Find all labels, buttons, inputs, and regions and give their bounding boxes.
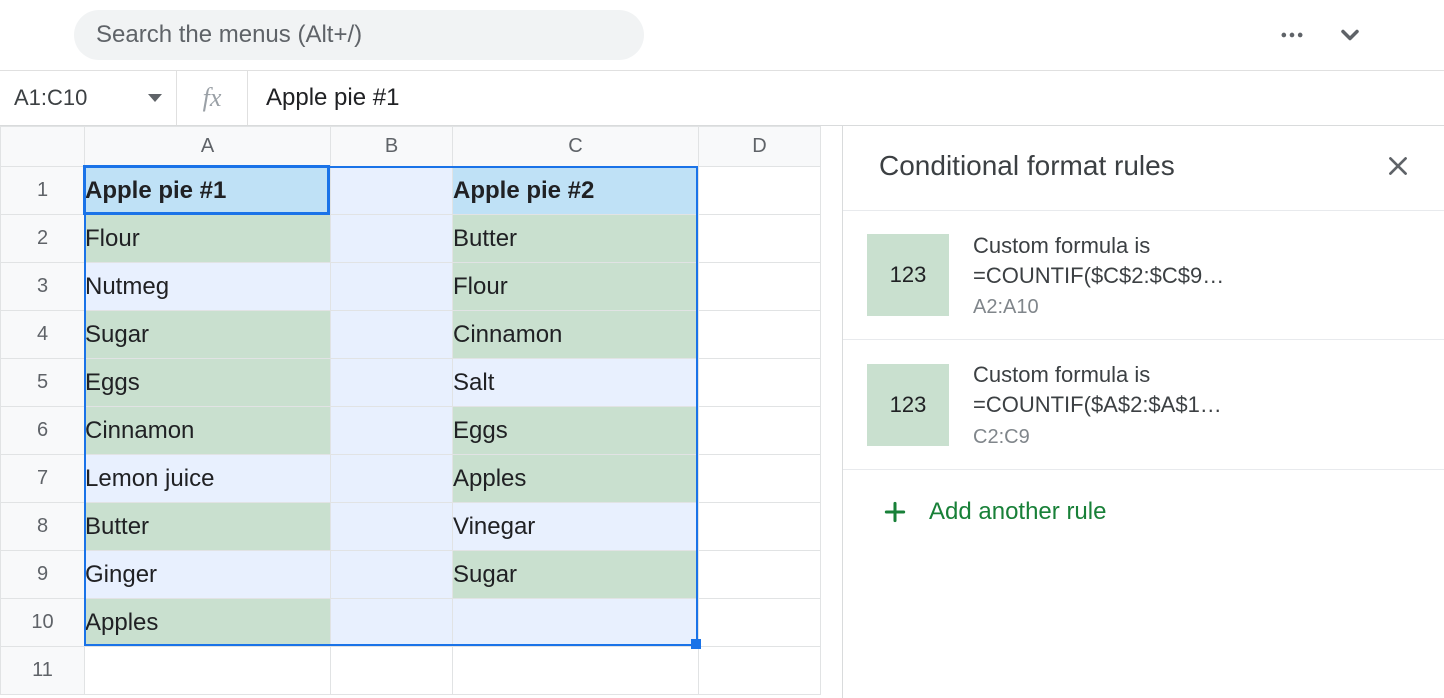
row-header-8[interactable]: 8 — [1, 503, 85, 551]
name-box[interactable]: A1:C10 — [0, 71, 176, 125]
row-header-9[interactable]: 9 — [1, 551, 85, 599]
cell-A11[interactable] — [85, 647, 331, 695]
cell-B5[interactable] — [331, 359, 453, 407]
column-header-A[interactable]: A — [85, 127, 331, 167]
cell-D6[interactable] — [699, 407, 821, 455]
cell-C6[interactable]: Eggs — [453, 407, 699, 455]
cell-A1[interactable]: Apple pie #1 — [85, 167, 331, 215]
cell-D1[interactable] — [699, 167, 821, 215]
cell-A8[interactable]: Butter — [85, 503, 331, 551]
cell-A10[interactable]: Apples — [85, 599, 331, 647]
cell-B11[interactable] — [331, 647, 453, 695]
rule-condition-label: Custom formula is — [973, 231, 1420, 261]
cell-A6[interactable]: Cinnamon — [85, 407, 331, 455]
plus-icon — [879, 496, 911, 528]
cell-C4[interactable]: Cinnamon — [453, 311, 699, 359]
row-header-10[interactable]: 10 — [1, 599, 85, 647]
cell-D11[interactable] — [699, 647, 821, 695]
row-header-7[interactable]: 7 — [1, 455, 85, 503]
row-header-6[interactable]: 6 — [1, 407, 85, 455]
rule-text: Custom formula is=COUNTIF($A$2:$A$1… C2:C… — [973, 360, 1420, 448]
column-header-C[interactable]: C — [453, 127, 699, 167]
cell-C7[interactable]: Apples — [453, 455, 699, 503]
cell-B9[interactable] — [331, 551, 453, 599]
cell-D5[interactable] — [699, 359, 821, 407]
cell-C3[interactable]: Flour — [453, 263, 699, 311]
cell-C9[interactable]: Sugar — [453, 551, 699, 599]
rule-formula: =COUNTIF($A$2:$A$1… — [973, 390, 1420, 420]
cell-B3[interactable] — [331, 263, 453, 311]
rule-range: A2:A10 — [973, 296, 1420, 319]
search-menus-input[interactable]: Search the menus (Alt+/) — [74, 10, 644, 60]
cell-D10[interactable] — [699, 599, 821, 647]
row-header-4[interactable]: 4 — [1, 311, 85, 359]
chevron-down-icon[interactable] — [1330, 15, 1370, 55]
cell-C8[interactable]: Vinegar — [453, 503, 699, 551]
rule-condition-label: Custom formula is — [973, 360, 1420, 390]
cell-B10[interactable] — [331, 599, 453, 647]
format-rule-0[interactable]: 123 Custom formula is=COUNTIF($C$2:$C$9… A… — [843, 210, 1444, 339]
rule-swatch: 123 — [867, 364, 949, 446]
panel-title: Conditional format rules — [879, 150, 1380, 182]
cell-B7[interactable] — [331, 455, 453, 503]
cell-A2[interactable]: Flour — [85, 215, 331, 263]
cell-C1[interactable]: Apple pie #2 — [453, 167, 699, 215]
row-header-1[interactable]: 1 — [1, 167, 85, 215]
row-header-11[interactable]: 11 — [1, 647, 85, 695]
cell-D7[interactable] — [699, 455, 821, 503]
cell-D8[interactable] — [699, 503, 821, 551]
cell-A3[interactable]: Nutmeg — [85, 263, 331, 311]
cell-B6[interactable] — [331, 407, 453, 455]
formula-bar-input[interactable]: Apple pie #1 — [248, 71, 1444, 125]
add-another-rule-button[interactable]: Add another rule — [843, 470, 1444, 554]
rule-formula: =COUNTIF($C$2:$C$9… — [973, 261, 1420, 291]
rule-swatch: 123 — [867, 234, 949, 316]
search-menus-placeholder: Search the menus (Alt+/) — [96, 21, 362, 49]
cell-B1[interactable] — [331, 167, 453, 215]
add-another-rule-label: Add another rule — [929, 498, 1106, 526]
formula-bar-value: Apple pie #1 — [266, 84, 399, 112]
cell-D4[interactable] — [699, 311, 821, 359]
column-header-D[interactable]: D — [699, 127, 821, 167]
select-all-corner[interactable] — [1, 127, 85, 167]
row-header-5[interactable]: 5 — [1, 359, 85, 407]
cell-B8[interactable] — [331, 503, 453, 551]
conditional-format-panel: Conditional format rules 123 Custom formu… — [842, 126, 1444, 698]
cell-D9[interactable] — [699, 551, 821, 599]
cell-B2[interactable] — [331, 215, 453, 263]
name-box-dropdown-icon[interactable] — [148, 94, 162, 102]
cell-C10[interactable] — [453, 599, 699, 647]
cell-A4[interactable]: Sugar — [85, 311, 331, 359]
rule-text: Custom formula is=COUNTIF($C$2:$C$9… A2:A… — [973, 231, 1420, 319]
cell-A9[interactable]: Ginger — [85, 551, 331, 599]
cell-C11[interactable] — [453, 647, 699, 695]
row-header-2[interactable]: 2 — [1, 215, 85, 263]
format-rule-1[interactable]: 123Custom formula is=COUNTIF($A$2:$A$1…C… — [843, 339, 1444, 469]
cell-A7[interactable]: Lemon juice — [85, 455, 331, 503]
cell-D2[interactable] — [699, 215, 821, 263]
cell-B4[interactable] — [331, 311, 453, 359]
cell-C2[interactable]: Butter — [453, 215, 699, 263]
cell-D3[interactable] — [699, 263, 821, 311]
cell-A5[interactable]: Eggs — [85, 359, 331, 407]
more-icon[interactable] — [1272, 15, 1312, 55]
close-icon[interactable] — [1380, 148, 1416, 184]
row-header-3[interactable]: 3 — [1, 263, 85, 311]
cell-C5[interactable]: Salt — [453, 359, 699, 407]
name-box-value: A1:C10 — [14, 85, 148, 111]
fx-label: fx — [177, 83, 247, 113]
spreadsheet-grid[interactable]: ABCD1Apple pie #1Apple pie #22FlourButte… — [0, 126, 842, 698]
column-header-B[interactable]: B — [331, 127, 453, 167]
rule-range: C2:C9 — [973, 426, 1420, 449]
